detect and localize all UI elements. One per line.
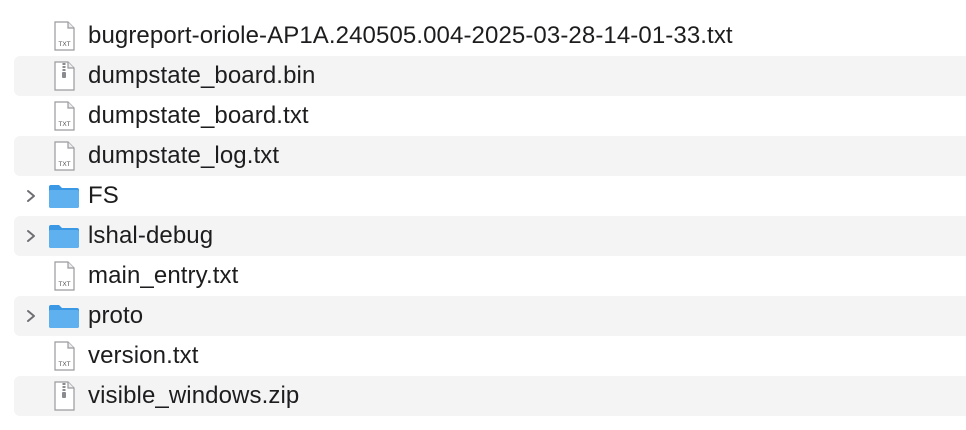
folder-row-fs[interactable]: FS xyxy=(14,176,966,216)
chevron-right-icon[interactable] xyxy=(24,309,38,323)
chevron-right-icon[interactable] xyxy=(24,189,38,203)
file-list: TXT bugreport-oriole-AP1A.240505.004-202… xyxy=(0,0,966,416)
file-name: dumpstate_board.txt xyxy=(88,102,309,129)
file-row-visible-windows[interactable]: visible_windows.zip xyxy=(14,376,966,416)
zip-file-icon xyxy=(48,381,80,411)
folder-icon xyxy=(48,221,80,251)
file-row-version[interactable]: TXT version.txt xyxy=(14,336,966,376)
file-name: main_entry.txt xyxy=(88,262,239,289)
folder-icon xyxy=(48,301,80,331)
file-name: dumpstate_board.bin xyxy=(88,62,316,89)
svg-text:TXT: TXT xyxy=(58,281,70,288)
txt-file-icon: TXT xyxy=(48,341,80,371)
svg-text:TXT: TXT xyxy=(58,361,70,368)
svg-text:TXT: TXT xyxy=(58,41,70,48)
folder-name: FS xyxy=(88,182,119,209)
txt-file-icon: TXT xyxy=(48,141,80,171)
txt-file-icon: TXT xyxy=(48,101,80,131)
txt-file-icon: TXT xyxy=(48,21,80,51)
file-name: visible_windows.zip xyxy=(88,382,300,409)
folder-row-lshal-debug[interactable]: lshal-debug xyxy=(14,216,966,256)
svg-text:TXT: TXT xyxy=(58,161,70,168)
folder-icon xyxy=(48,181,80,211)
file-row-main-entry[interactable]: TXT main_entry.txt xyxy=(14,256,966,296)
folder-name: proto xyxy=(88,302,144,329)
file-row-bugreport[interactable]: TXT bugreport-oriole-AP1A.240505.004-202… xyxy=(14,16,966,56)
file-name: bugreport-oriole-AP1A.240505.004-2025-03… xyxy=(88,22,733,49)
file-name: dumpstate_log.txt xyxy=(88,142,280,169)
folder-name: lshal-debug xyxy=(88,222,214,249)
file-row-dumpstate-log[interactable]: TXT dumpstate_log.txt xyxy=(14,136,966,176)
folder-row-proto[interactable]: proto xyxy=(14,296,966,336)
txt-file-icon: TXT xyxy=(48,261,80,291)
svg-text:TXT: TXT xyxy=(58,121,70,128)
zip-file-icon xyxy=(48,61,80,91)
chevron-right-icon[interactable] xyxy=(24,229,38,243)
file-row-dumpstate-board-bin[interactable]: dumpstate_board.bin xyxy=(14,56,966,96)
file-name: version.txt xyxy=(88,342,199,369)
file-row-dumpstate-board-txt[interactable]: TXT dumpstate_board.txt xyxy=(14,96,966,136)
